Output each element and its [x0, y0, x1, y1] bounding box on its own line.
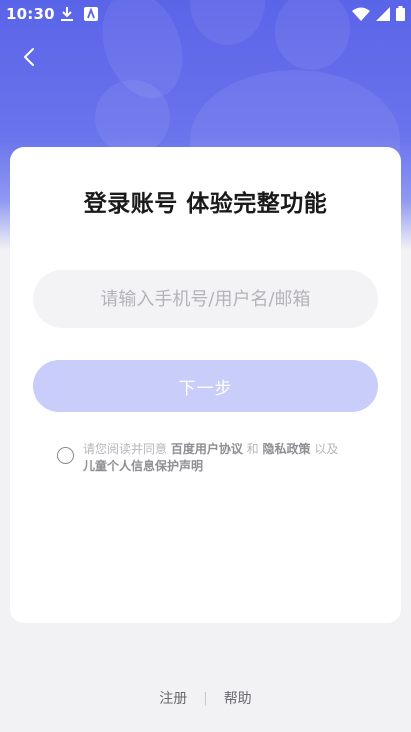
register-link[interactable]: 注册: [159, 688, 187, 708]
next-button[interactable]: 下一步: [33, 360, 378, 412]
children-privacy-link[interactable]: 儿童个人信息保护声明: [83, 459, 203, 473]
page-title: 登录账号 体验完整功能: [83, 191, 328, 217]
agreement-and2: 以及: [310, 442, 339, 456]
account-input[interactable]: [33, 270, 378, 328]
help-link[interactable]: 帮助: [224, 688, 252, 708]
chevron-left-icon: [24, 48, 34, 66]
signal-icon: [376, 6, 390, 21]
download-icon: [61, 7, 73, 21]
wifi-icon: [352, 7, 370, 21]
agreement-checkbox[interactable]: [57, 447, 74, 464]
app-notification-icon: [84, 7, 98, 21]
agreement-and: 和: [242, 442, 263, 456]
status-time: 10:30: [6, 5, 55, 23]
paw-decoration: [95, 80, 170, 155]
footer-separator: |: [203, 690, 208, 706]
status-bar: 10:30: [0, 0, 411, 28]
back-button[interactable]: [14, 42, 44, 72]
user-agreement-link[interactable]: 百度用户协议: [171, 442, 243, 456]
login-card: 登录账号 体验完整功能 下一步 请您阅读并同意 百度用户协议 和 隐私政策 以及…: [10, 147, 401, 623]
agreement-prefix: 请您阅读并同意: [83, 442, 171, 456]
battery-icon: [396, 6, 405, 21]
privacy-policy-link[interactable]: 隐私政策: [262, 442, 310, 456]
agreement-text: 请您阅读并同意 百度用户协议 和 隐私政策 以及儿童个人信息保护声明: [83, 441, 363, 475]
footer: 注册 | 帮助: [0, 688, 411, 708]
